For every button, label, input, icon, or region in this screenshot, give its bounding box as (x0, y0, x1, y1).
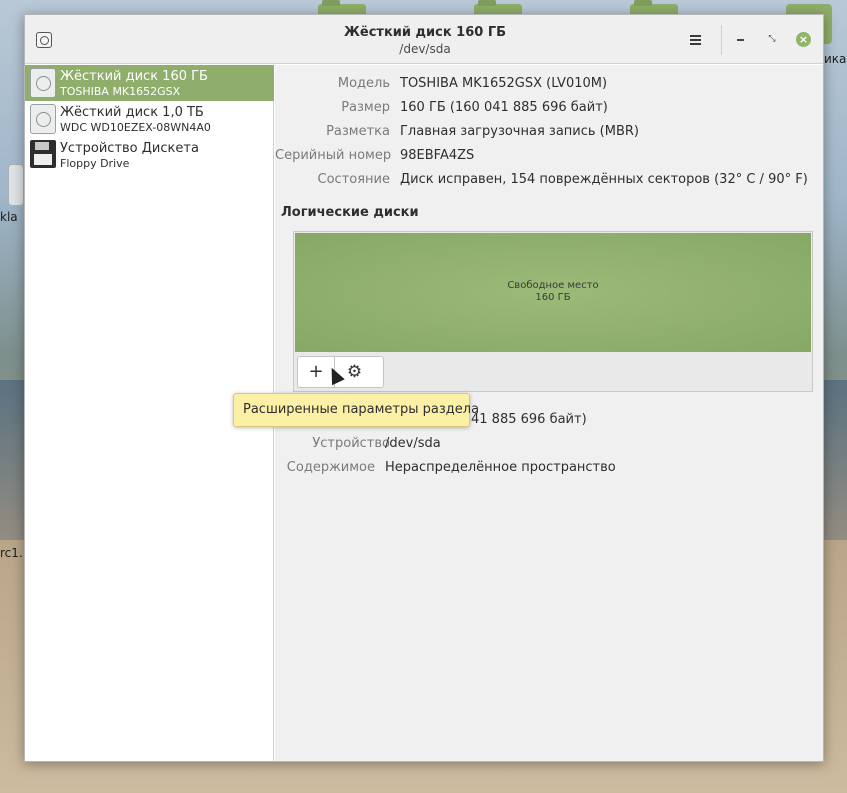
hamburger-icon (690, 35, 701, 37)
desktop-icon-label: kla (0, 210, 18, 224)
partition-options-tooltip: Расширенные параметры раздела (233, 393, 479, 427)
partitioning-value: Главная загрузочная запись (MBR) (400, 124, 639, 139)
desktop-icon-label: ика (824, 52, 847, 66)
status-value: Диск исправен, 154 повреждённых секторов… (400, 172, 808, 187)
hard-disk-icon (30, 68, 56, 98)
sidebar-item-disk-1tb[interactable]: Жёсткий диск 1,0 ТБ WDC WD10EZEX-08WN4A0 (25, 101, 274, 137)
maximize-button[interactable]: ⤡ (764, 31, 780, 47)
hamburger-icon (690, 39, 701, 41)
window-title: Жёсткий диск 160 ГБ (343, 25, 507, 40)
sidebar-item-floppy[interactable]: Устройство Дискета Floppy Drive (25, 137, 274, 173)
size-value: 160 ГБ (160 041 885 696 байт) (400, 100, 608, 115)
model-value: TOSHIBA MK1652GSX (LV010M) (400, 76, 608, 91)
device-value: /dev/sda (385, 436, 441, 451)
minimize-button[interactable] (733, 31, 749, 47)
sidebar-item-sublabel: Floppy Drive (60, 157, 130, 170)
sidebar-item-sublabel: TOSHIBA MK1652GSX (60, 85, 181, 98)
partitioning-label: Разметка (326, 124, 390, 139)
serial-label: Серийный номер (275, 148, 392, 163)
free-space-size: 160 ГБ (535, 292, 571, 303)
window-title-block: Жёсткий диск 160 ГБ /dev/sda (255, 25, 595, 56)
close-button[interactable]: × (796, 32, 811, 47)
hard-disk-icon (30, 104, 56, 134)
model-label: Модель (337, 76, 390, 91)
hamburger-icon (690, 43, 701, 45)
floppy-icon (30, 140, 56, 168)
disks-window: Жёсткий диск 160 ГБ /dev/sda ⤡ × Жёсткий… (24, 14, 824, 762)
volumes-section-title: Логические диски (281, 205, 419, 220)
contents-label: Содержимое (286, 460, 375, 475)
device-label: Устройство (312, 436, 390, 451)
free-space-segment[interactable]: Свободное место 160 ГБ (295, 233, 811, 352)
gear-icon: ⚙ (346, 362, 363, 382)
disks-app-icon (36, 32, 52, 48)
drive-menu-button[interactable] (685, 29, 707, 51)
sidebar-item-label: Жёсткий диск 1,0 ТБ (60, 105, 204, 120)
volume-size-value: 41 885 696 байт) (471, 412, 587, 427)
status-label: Состояние (317, 172, 390, 187)
sidebar-item-label: Жёсткий диск 160 ГБ (60, 69, 208, 84)
title-bar[interactable]: Жёсткий диск 160 ГБ /dev/sda ⤡ × (25, 15, 823, 64)
contents-value: Нераспределённое пространство (385, 460, 616, 475)
desktop-file-icon[interactable] (8, 164, 24, 206)
size-label: Размер (341, 100, 390, 115)
serial-value: 98EBFA4ZS (400, 148, 475, 163)
desktop-icon-label: rc1. (0, 546, 23, 560)
sidebar-item-label: Устройство Дискета (60, 141, 199, 156)
window-subtitle: /dev/sda (399, 42, 451, 56)
sidebar-item-sublabel: WDC WD10EZEX-08WN4A0 (60, 121, 211, 134)
free-space-label: Свободное место (507, 280, 599, 291)
titlebar-separator (721, 25, 722, 55)
sidebar-item-disk-160gb[interactable]: Жёсткий диск 160 ГБ TOSHIBA MK1652GSX (25, 65, 274, 101)
volumes-graph: Свободное место 160 ГБ + ⚙ (293, 231, 813, 392)
